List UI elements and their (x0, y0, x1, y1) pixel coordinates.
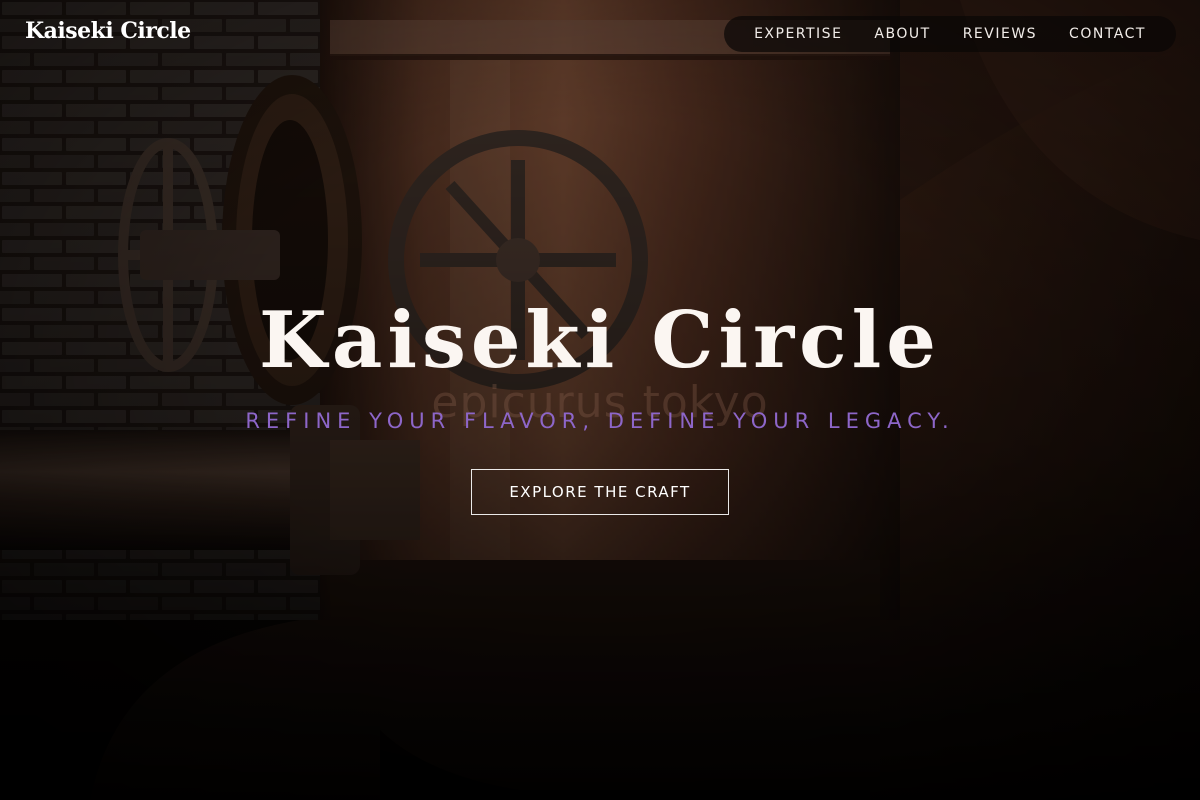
nav-link-reviews[interactable]: REVIEWS (963, 26, 1037, 42)
main-nav: EXPERTISE ABOUT REVIEWS CONTACT (724, 16, 1176, 52)
nav-link-contact[interactable]: CONTACT (1069, 26, 1146, 42)
site-logo[interactable]: Kaiseki Circle (25, 18, 191, 44)
nav-link-expertise[interactable]: EXPERTISE (754, 26, 842, 42)
nav-link-about[interactable]: ABOUT (874, 26, 930, 42)
hero-title: Kaiseki Circle (259, 295, 941, 386)
hero-tagline: REFINE YOUR FLAVOR, DEFINE YOUR LEGACY. (245, 409, 955, 433)
hero-section: epicurus tokyo Kaiseki Circle EXPERTISE … (0, 0, 1200, 800)
explore-the-craft-button[interactable]: EXPLORE THE CRAFT (471, 469, 729, 515)
